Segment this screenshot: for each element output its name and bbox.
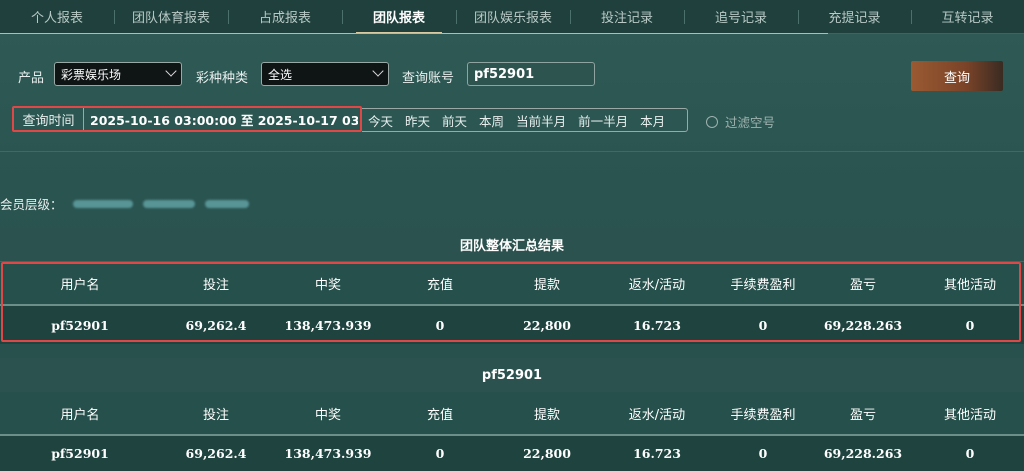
- member-level-label: 会员层级：: [0, 197, 63, 212]
- cell-rebate-activity: 16.723: [633, 446, 681, 461]
- col-fee-profit: 手续费盈利: [730, 407, 796, 423]
- detail-header-row: 用户名 投注 中奖 充值 提款 返水/活动 手续费盈利 盈亏 其他活动: [0, 392, 1024, 434]
- filter-empty-label: 过滤空号: [725, 115, 776, 130]
- filter-empty-toggle[interactable]: 过滤空号: [706, 112, 775, 131]
- quick-range-yesterday[interactable]: 昨天: [399, 111, 436, 130]
- col-deposit: 充值: [426, 407, 453, 423]
- product-select[interactable]: 彩票娱乐场: [54, 62, 182, 86]
- tab-bet-records[interactable]: 投注记录: [570, 0, 684, 34]
- tab-transfer-records[interactable]: 互转记录: [911, 0, 1024, 34]
- quick-range-today[interactable]: 今天: [362, 111, 399, 130]
- quick-range-this-week[interactable]: 本周: [473, 111, 510, 130]
- quick-range-day-before[interactable]: 前天: [436, 111, 473, 130]
- member-level-redacted: [204, 199, 249, 208]
- tab-chase-records[interactable]: 追号记录: [684, 0, 798, 34]
- col-other-activity: 其他活动: [943, 407, 996, 423]
- divider: [0, 151, 1024, 152]
- tab-team-entertainment-report[interactable]: 团队娱乐报表: [456, 0, 570, 34]
- query-button[interactable]: 查询: [911, 61, 1003, 91]
- report-tabs: 个人报表 团队体育报表 占成报表 团队报表 团队娱乐报表 投注记录 追号记录 充…: [0, 0, 1024, 34]
- tab-personal-report[interactable]: 个人报表: [0, 0, 114, 34]
- query-time-field[interactable]: 查询时间 2025-10-16 03:00:00 至 2025-10-17 03…: [12, 106, 362, 132]
- member-level-redacted: [142, 199, 195, 208]
- product-label: 产品: [18, 71, 45, 86]
- table-row: pf52901 69,262.4 138,473.939 0 22,800 16…: [0, 436, 1024, 471]
- quick-range-group: 今天 昨天 前天 本周 当前半月 前一半月 本月: [362, 108, 688, 132]
- summary-title: 团队整体汇总结果: [0, 228, 1024, 260]
- col-win: 中奖: [314, 407, 341, 423]
- col-bet: 投注: [202, 407, 229, 423]
- filter-panel: 产品 彩票娱乐场 彩种种类 全选 查询账号 pf52901 查询 查询时间 20…: [0, 34, 1024, 152]
- cell-deposit: 0: [435, 446, 445, 461]
- cell-withdraw: 22,800: [523, 446, 571, 461]
- account-label: 查询账号: [402, 71, 455, 86]
- member-level: 会员层级：: [0, 194, 249, 213]
- category-select-value: 全选: [268, 67, 293, 82]
- tab-team-sports-report[interactable]: 团队体育报表: [114, 0, 228, 34]
- account-input[interactable]: pf52901: [467, 62, 595, 86]
- tab-share-report[interactable]: 占成报表: [228, 0, 342, 34]
- query-time-value[interactable]: 2025-10-16 03:00:00 至 2025-10-17 03:00:0…: [84, 110, 358, 129]
- cell-win: 138,473.939: [284, 446, 372, 461]
- query-time-label: 查询时间: [14, 108, 84, 130]
- col-profit-loss: 盈亏: [849, 407, 876, 423]
- col-withdraw: 提款: [533, 407, 560, 423]
- highlight-frame: [1, 262, 1021, 342]
- cell-bet: 69,262.4: [185, 446, 247, 461]
- account-input-value: pf52901: [474, 66, 535, 82]
- chevron-down-icon: [372, 65, 384, 77]
- product-select-value: 彩票娱乐场: [61, 67, 122, 82]
- chevron-down-icon: [165, 65, 177, 77]
- tab-team-report[interactable]: 团队报表: [342, 0, 456, 34]
- cell-profit-loss: 69,228.263: [823, 446, 903, 461]
- category-select[interactable]: 全选: [261, 62, 389, 86]
- category-label: 彩种种类: [196, 71, 249, 86]
- quick-range-current-half-month[interactable]: 当前半月: [510, 111, 572, 130]
- quick-range-this-month[interactable]: 本月: [634, 111, 671, 130]
- tab-deposit-withdraw-records[interactable]: 充提记录: [798, 0, 911, 34]
- cell-other-activity: 0: [965, 446, 975, 461]
- member-level-redacted: [72, 199, 133, 208]
- detail-title: pf52901: [0, 358, 1024, 392]
- col-rebate-activity: 返水/活动: [628, 407, 686, 423]
- cell-username: pf52901: [51, 446, 109, 461]
- cell-fee-profit: 0: [758, 446, 768, 461]
- col-username: 用户名: [60, 407, 100, 423]
- radio-icon: [706, 115, 718, 128]
- quick-range-previous-half-month[interactable]: 前一半月: [572, 111, 634, 130]
